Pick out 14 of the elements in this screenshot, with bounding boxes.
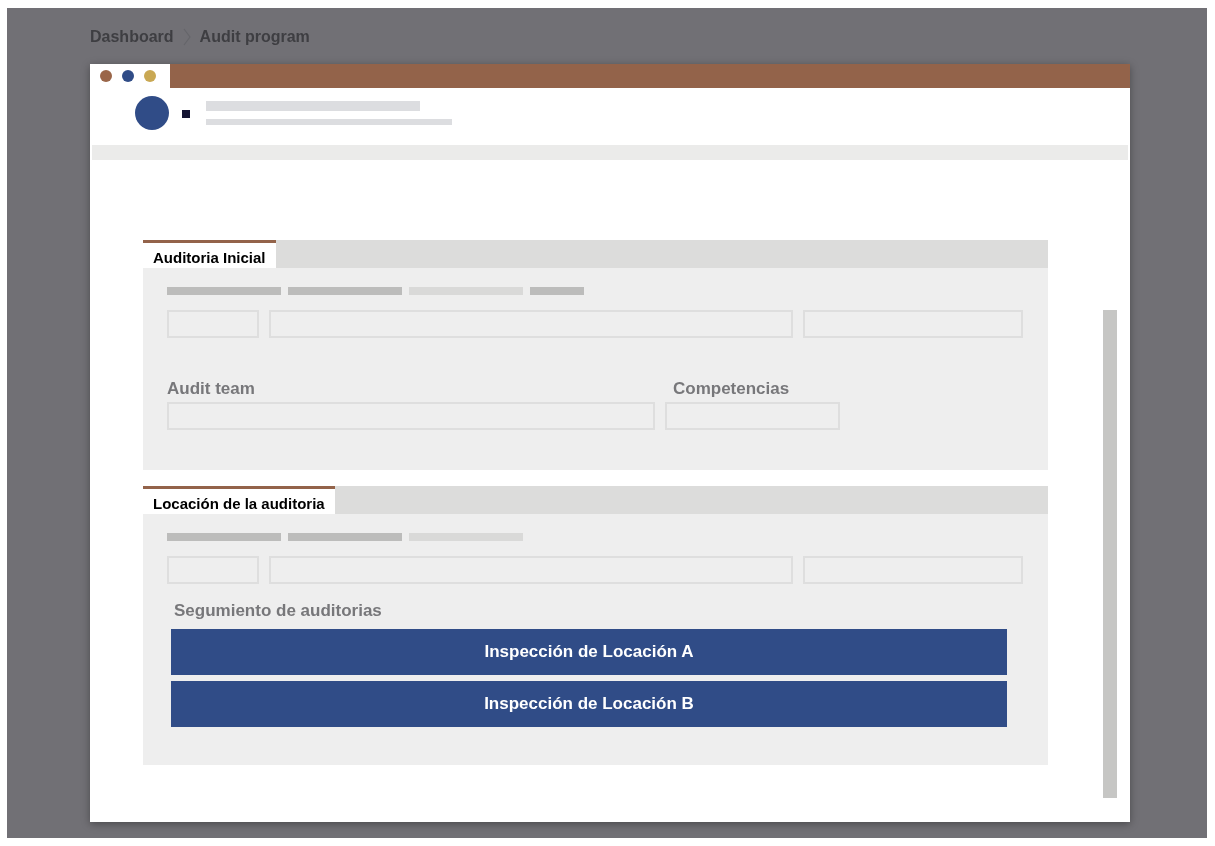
window-dot[interactable] (100, 70, 112, 82)
inspection-button[interactable]: Inspección de Locación A (171, 629, 1007, 675)
window-dot[interactable] (144, 70, 156, 82)
scrollbar[interactable] (1103, 310, 1117, 798)
window-dot[interactable] (122, 70, 134, 82)
square-icon (182, 110, 190, 118)
section-tab[interactable]: Locación de la auditoria (143, 485, 335, 514)
field-label: Audit team (167, 378, 256, 400)
avatar (135, 96, 169, 130)
field-label: Competencias (673, 378, 791, 400)
field-label: Segumiento de auditorias (174, 599, 383, 622)
section-tab[interactable]: Auditoria Inicial (143, 240, 276, 268)
placeholder-bar (530, 287, 584, 295)
inspection-button[interactable]: Inspección de Locación B (171, 681, 1007, 727)
